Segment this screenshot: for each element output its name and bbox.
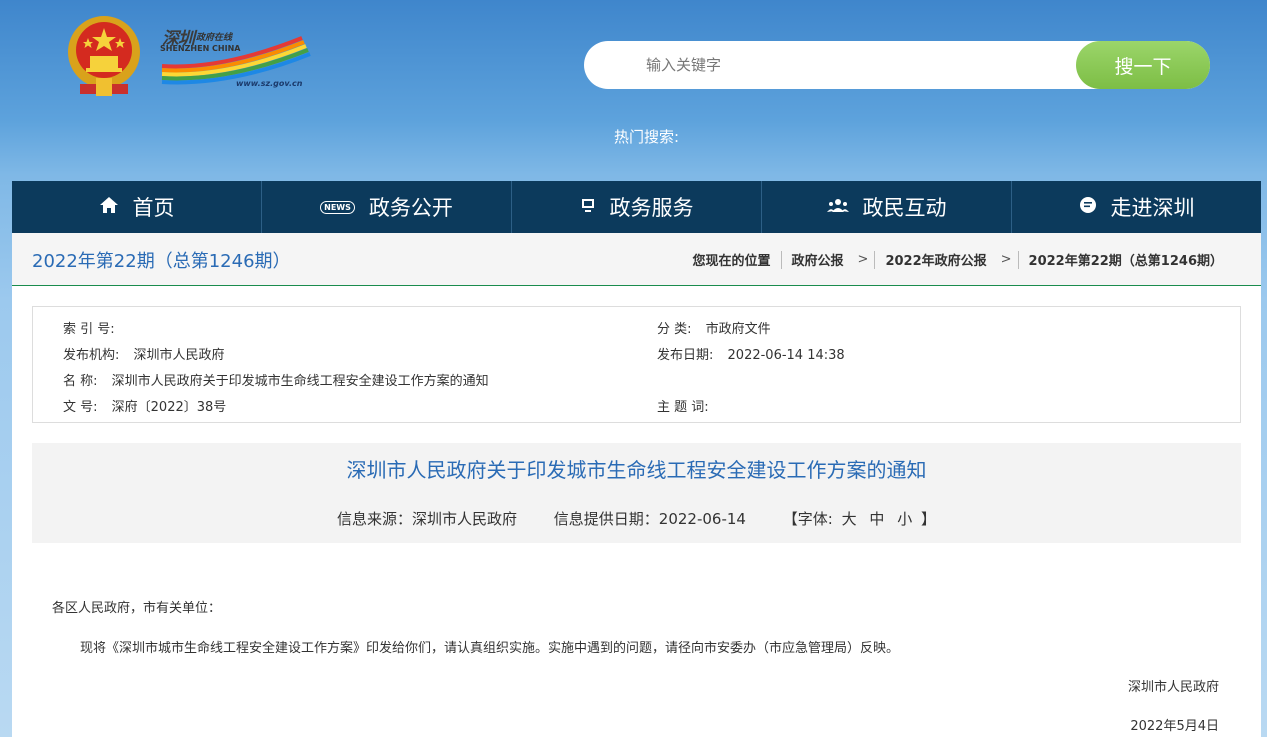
meta-index: 索 引 号: [63, 318, 125, 337]
meta-category-value: 市政府文件 [705, 322, 771, 337]
meta-date-value: 2022-06-14 14:38 [727, 348, 845, 363]
breadcrumb-divider [780, 250, 782, 269]
font-size-control: 【字体: 大 中 小 】 [783, 510, 936, 528]
meta-name-value: 深圳市人民政府关于印发城市生命线工程安全建设工作方案的通知 [111, 374, 489, 389]
meta-date-label: 发布日期: [657, 348, 714, 363]
breadcrumb-separator: > [1000, 252, 1012, 267]
search-box: 搜一下 [584, 41, 1210, 89]
main-nav: 首页 NEWS 政务公开 政务服务 政民互动 走进深圳 [12, 181, 1261, 233]
breadcrumb-link-gazette[interactable]: 政府公报 [792, 250, 844, 269]
nav-item-explore-shenzhen[interactable]: 走进深圳 [1012, 181, 1261, 233]
meta-docno-value: 深府〔2022〕38号 [111, 400, 227, 415]
article-info: 信息来源：深圳市人民政府 信息提供日期：2022-06-14 【字体: 大 中 … [32, 508, 1241, 529]
article-provide-date: 信息提供日期：2022-06-14 [553, 510, 746, 528]
breadcrumb-link-2022-gazette[interactable]: 2022年政府公报 [885, 250, 986, 269]
meta-category-label: 分 类: [657, 322, 692, 337]
document-meta-table: 索 引 号: 分 类: 市政府文件 发布机构: 深圳市人民政府 发布日期: 20… [32, 306, 1241, 423]
meta-date: 发布日期: 2022-06-14 14:38 [657, 344, 845, 363]
nav-item-home[interactable]: 首页 [12, 181, 262, 233]
meta-index-label: 索 引 号: [63, 322, 115, 337]
hot-search-label: 热门搜索: [614, 128, 680, 146]
breadcrumb-divider [1017, 250, 1019, 269]
nav-item-label: 政务服务 [609, 196, 694, 220]
national-emblem [66, 12, 142, 98]
meta-keywords-label: 主 题 词: [657, 400, 709, 415]
meta-docno: 文 号: 深府〔2022〕38号 [63, 396, 226, 415]
search-input[interactable] [624, 41, 1064, 89]
search-button[interactable]: 搜一下 [1076, 41, 1210, 89]
logo-url: www.sz.gov.cn [236, 79, 303, 88]
article-salutation: 各区人民政府，市有关单位： [52, 601, 222, 616]
home-icon [99, 196, 119, 218]
font-size-label-close: 】 [920, 510, 936, 528]
nav-item-government-services[interactable]: 政务服务 [512, 181, 762, 233]
nav-item-label: 首页 [132, 196, 175, 220]
monitor-icon [580, 197, 596, 217]
breadcrumb-prefix: 您现在的位置 [692, 254, 771, 269]
article-source: 信息来源：深圳市人民政府 [336, 510, 517, 528]
article-paragraph: 现将《深圳市城市生命线工程安全建设工作方案》印发给你们，请认真组织实施。实施中遇… [80, 641, 900, 656]
issue-title: 2022年第22期（总第1246期） [32, 251, 291, 272]
breadcrumb: 您现在的位置 政府公报 > 2022年政府公报 > 2022年第22期（总第12… [692, 250, 1223, 269]
meta-publisher-label: 发布机构: [63, 348, 120, 363]
meta-category: 分 类: 市政府文件 [657, 318, 771, 337]
nav-item-government-affairs[interactable]: NEWS 政务公开 [262, 181, 512, 233]
nav-item-label: 走进深圳 [1110, 196, 1195, 220]
users-icon [826, 197, 849, 217]
font-size-large-button[interactable]: 大 [842, 510, 857, 528]
meta-keywords: 主 题 词: [657, 396, 719, 415]
font-size-medium-button[interactable]: 中 [869, 510, 884, 528]
breadcrumb-link-issue[interactable]: 2022年第22期（总第1246期） [1029, 250, 1223, 269]
font-size-small-button[interactable]: 小 [897, 510, 912, 528]
breadcrumb-divider [874, 250, 876, 269]
nav-item-label: 政务公开 [368, 196, 453, 220]
meta-name-label: 名 称: [63, 374, 98, 389]
meta-publisher: 发布机构: 深圳市人民政府 [63, 344, 225, 363]
article-sign-date: 2022年5月4日 [1130, 719, 1219, 734]
meta-name: 名 称: 深圳市人民政府关于印发城市生命线工程安全建设工作方案的通知 [63, 370, 489, 389]
news-icon: NEWS [320, 200, 355, 214]
shenzhen-government-logo[interactable]: 深圳 政府在线 SHENZHEN CHINA www.sz.gov.cn [152, 20, 312, 96]
meta-docno-label: 文 号: [63, 400, 98, 415]
breadcrumb-separator: > [857, 252, 869, 267]
nav-item-label: 政民互动 [862, 196, 947, 220]
font-size-label-open: 【字体: [782, 510, 833, 528]
content-panel: 2022年第22期（总第1246期） 您现在的位置 政府公报 > 2022年政府… [12, 233, 1261, 737]
article-signature: 深圳市人民政府 [1127, 680, 1219, 695]
chat-icon [1079, 196, 1097, 218]
article-header: 深圳市人民政府关于印发城市生命线工程安全建设工作方案的通知 信息来源：深圳市人民… [32, 443, 1241, 543]
article-title: 深圳市人民政府关于印发城市生命线工程安全建设工作方案的通知 [346, 458, 927, 482]
meta-publisher-value: 深圳市人民政府 [133, 348, 225, 363]
nav-item-public-interaction[interactable]: 政民互动 [762, 181, 1012, 233]
issue-bar: 2022年第22期（总第1246期） 您现在的位置 政府公报 > 2022年政府… [12, 233, 1261, 286]
